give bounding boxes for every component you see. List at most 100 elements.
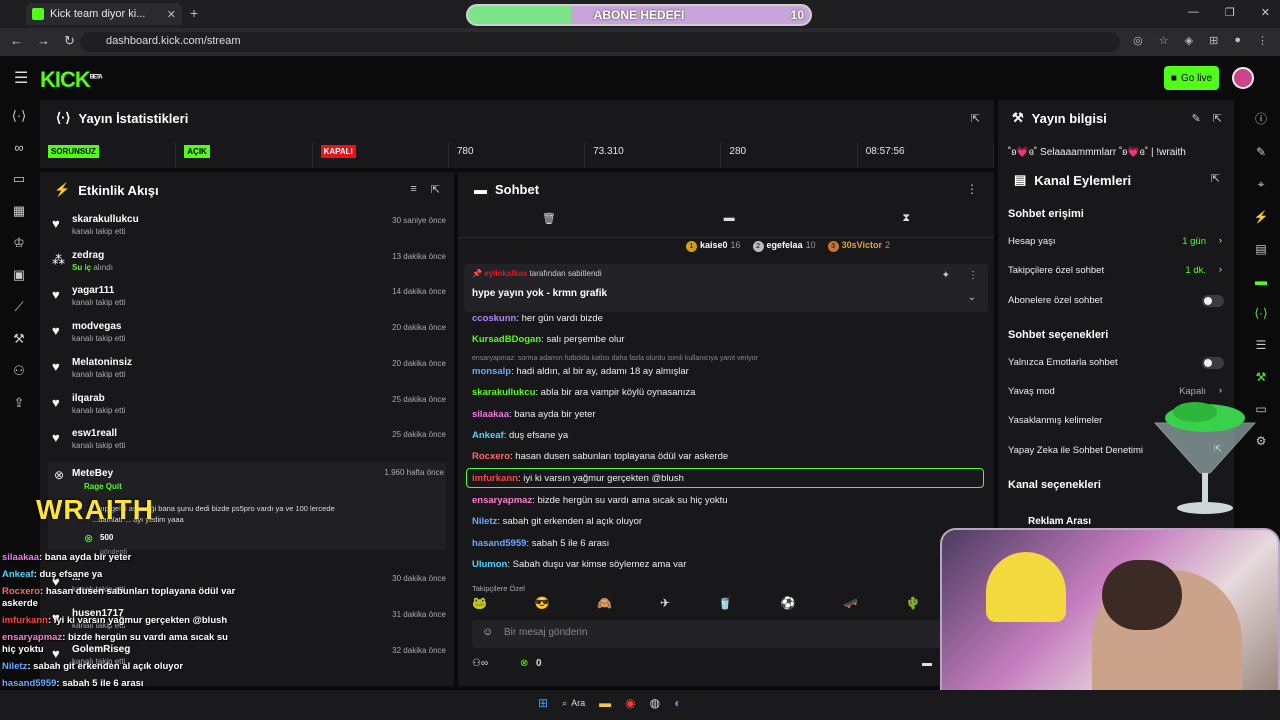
chat-username[interactable]: monsalp bbox=[472, 366, 511, 377]
kick-logo[interactable]: KICKBETA bbox=[40, 67, 103, 93]
more-icon[interactable]: ⋮ bbox=[1257, 34, 1268, 47]
emote-icon[interactable]: ✈ bbox=[660, 596, 670, 614]
chat-username[interactable]: Rocxero bbox=[472, 451, 510, 462]
maximize-button[interactable]: ❐ bbox=[1225, 6, 1235, 19]
app-icon[interactable]: ◍ bbox=[650, 696, 660, 710]
popout-icon[interactable]: ⇱ bbox=[431, 183, 440, 196]
rank-badge: 1 bbox=[686, 241, 697, 252]
broadcast-icon[interactable]: ⟨·⟩ bbox=[1254, 306, 1267, 320]
pencil-icon[interactable]: ✎ bbox=[1256, 145, 1266, 159]
chat-username[interactable]: imfurkann bbox=[472, 473, 518, 484]
panel-icon[interactable]: ☰ bbox=[1256, 338, 1267, 352]
reload-icon[interactable]: ↻ bbox=[64, 33, 75, 49]
star-icon[interactable]: ☆ bbox=[1159, 34, 1169, 47]
chat-username[interactable]: silaakaa bbox=[472, 409, 509, 420]
puzzle-icon[interactable]: ⊞ bbox=[1209, 34, 1218, 47]
chat-username[interactable]: Ulumon bbox=[472, 559, 507, 570]
back-icon[interactable]: ← bbox=[10, 33, 23, 49]
chat-username[interactable]: ccoskunn bbox=[472, 313, 516, 324]
stats-header: ⟨·⟩ Yayın İstatistikleri bbox=[56, 110, 188, 126]
chrome-icon[interactable]: ◉ bbox=[625, 696, 635, 710]
followers-chat-row[interactable]: Takipçilere özel sohbet 1 dk. › bbox=[1008, 264, 1224, 283]
chat-username[interactable]: ensaryapmaz bbox=[472, 495, 532, 506]
eye-off-icon[interactable]: ◎ bbox=[1133, 34, 1143, 47]
trash-icon[interactable]: 🗑 bbox=[542, 212, 556, 237]
capture-icon[interactable]: ⌖ bbox=[1258, 177, 1265, 192]
emote-icon[interactable]: 🐸 bbox=[472, 596, 487, 614]
chart-icon[interactable]: ⟋ bbox=[14, 299, 23, 315]
folder-icon[interactable]: ▬ bbox=[599, 696, 611, 710]
close-window-button[interactable]: ✕ bbox=[1261, 6, 1270, 19]
info-icon[interactable]: ⓘ bbox=[1255, 110, 1267, 127]
subs-chat-toggle[interactable] bbox=[1202, 295, 1224, 307]
chat-icon[interactable]: ▬ bbox=[1255, 274, 1267, 288]
chat-settings-bubble-icon[interactable]: ▬ bbox=[922, 658, 932, 669]
forward-icon[interactable]: → bbox=[37, 33, 50, 49]
trophy-icon[interactable]: ♔ bbox=[13, 235, 25, 251]
emote-icon[interactable]: 😎 bbox=[535, 596, 550, 614]
emote-icon[interactable]: 🙈 bbox=[597, 596, 612, 614]
emoji-icon[interactable]: ☺ bbox=[482, 626, 493, 638]
users-infinity-icon[interactable]: ⚇∞ bbox=[472, 658, 488, 669]
redemption-time: 1.960 hafta önce bbox=[384, 468, 444, 477]
avatar[interactable] bbox=[1232, 67, 1254, 89]
popout-icon[interactable]: ⇱ bbox=[1213, 112, 1222, 125]
chat-username[interactable]: skarakullukcu bbox=[472, 387, 535, 398]
followers-chat-value: 1 dk. bbox=[1185, 265, 1206, 276]
unpin-icon[interactable]: ✦ bbox=[942, 270, 950, 281]
chat-menu-icon[interactable]: ⋮ bbox=[966, 182, 978, 196]
windows-start-icon[interactable]: ⊞ bbox=[538, 696, 548, 710]
upload-icon[interactable]: ⇪ bbox=[14, 395, 25, 411]
analytics-icon[interactable]: ▦ bbox=[13, 203, 25, 219]
pinned-menu-icon[interactable]: ⋮ bbox=[968, 270, 978, 281]
chat-username[interactable]: hasand5959 bbox=[472, 538, 526, 549]
overlay-chat-line: silaakaa: bana ayda bir yeter bbox=[2, 552, 242, 564]
lightning-icon: ⚡ bbox=[54, 182, 71, 197]
overlay-chat: silaakaa: bana ayda bir yeter Ankeaf: duş… bbox=[2, 552, 242, 695]
tools-icon[interactable]: ⚒ bbox=[1256, 370, 1267, 384]
go-live-button[interactable]: ■ Go live bbox=[1164, 66, 1219, 90]
profile-icon[interactable]: ● bbox=[1234, 34, 1241, 47]
emote-only-toggle[interactable] bbox=[1202, 357, 1224, 369]
chat-username[interactable]: Ankeaf bbox=[472, 430, 504, 441]
filter-icon[interactable]: ≡ bbox=[410, 183, 416, 196]
edit-icon[interactable]: ✎ bbox=[1192, 112, 1201, 125]
lightning-icon[interactable]: ⚡ bbox=[1254, 210, 1269, 224]
emote-icon[interactable]: 🛹 bbox=[843, 596, 858, 614]
window-controls: — ❐ ✕ bbox=[1188, 6, 1270, 19]
browser-tab[interactable]: Kick team diyor ki... ✕ bbox=[26, 3, 182, 25]
minimize-button[interactable]: — bbox=[1188, 6, 1199, 19]
extension-icon[interactable]: ◈ bbox=[1185, 34, 1193, 47]
emote-icon[interactable]: ⚽ bbox=[780, 596, 795, 614]
wrench-icon[interactable]: ⚒ bbox=[13, 331, 25, 347]
link-icon[interactable]: ∞ bbox=[14, 140, 23, 155]
emote-icon[interactable]: 🥤 bbox=[718, 596, 733, 614]
url-field[interactable]: dashboard.kick.com/stream bbox=[80, 32, 1120, 52]
chat-tab-icon[interactable]: ▬ bbox=[724, 212, 735, 237]
chat-username[interactable]: KursadBDogan bbox=[472, 334, 541, 345]
video-icon[interactable]: ▭ bbox=[13, 171, 25, 187]
leader-entry: 3 30sVictor 2 bbox=[827, 240, 890, 252]
hamburger-menu-icon[interactable]: ☰ bbox=[14, 68, 28, 88]
heart-icon: ♥ bbox=[52, 358, 60, 374]
close-tab-icon[interactable]: ✕ bbox=[167, 8, 176, 21]
event-action: kanalı takip etti bbox=[72, 441, 126, 451]
hourglass-icon[interactable]: ⧗ bbox=[902, 212, 910, 237]
discord-icon[interactable]: ◐ bbox=[674, 696, 681, 710]
event-detail: Su iç alındı bbox=[72, 263, 113, 272]
media-icon[interactable]: ▣ bbox=[13, 267, 25, 283]
document-icon[interactable]: ▤ bbox=[1255, 242, 1266, 256]
popout-icon[interactable]: ⇱ bbox=[971, 112, 980, 125]
chat-header: ▬ Sohbet bbox=[474, 182, 539, 197]
chevron-down-icon[interactable]: ⌄ bbox=[968, 292, 976, 303]
users-icon[interactable]: ⚇ bbox=[13, 363, 25, 379]
taskbar-search[interactable]: ⌕ Ara bbox=[562, 698, 585, 709]
stream-icon[interactable]: ⟨·⟩ bbox=[12, 108, 26, 124]
browser-tab-bar: Kick team diyor ki... ✕ + ABONE HEDEFI 1… bbox=[0, 0, 1280, 28]
chat-username[interactable]: Niletz bbox=[472, 516, 497, 527]
account-age-row[interactable]: Hesap yaşı 1 gün › bbox=[1008, 235, 1224, 254]
new-tab-button[interactable]: + bbox=[190, 5, 198, 21]
emote-icon[interactable]: 🌵 bbox=[906, 596, 921, 614]
popout-icon[interactable]: ⇱ bbox=[1211, 172, 1220, 185]
chat-input[interactable]: ☺ Bir mesaj gönderin bbox=[472, 620, 980, 648]
